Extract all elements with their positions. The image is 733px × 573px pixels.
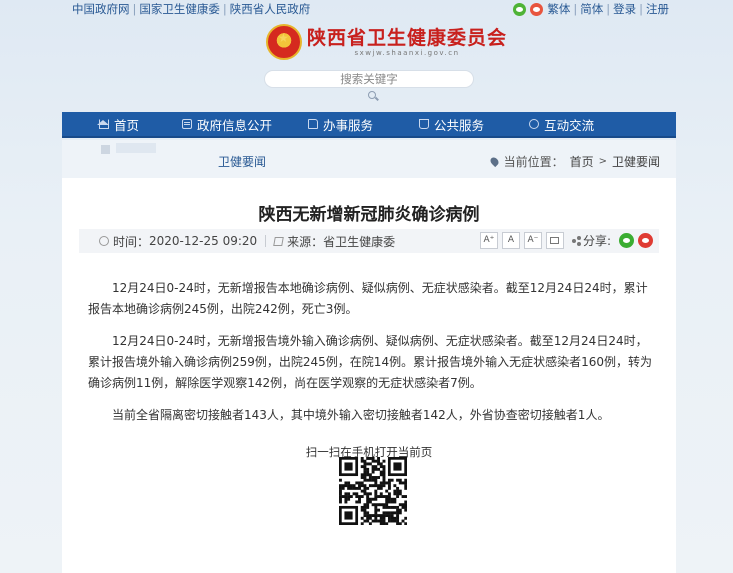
article-body: 12月24日0-24时，无新增报告本地确诊病例、疑似病例、无症状感染者。截至12… xyxy=(88,278,658,437)
content-panel: 卫健要闻 当前位置： 首页 > 卫健要闻 陕西无新增新冠肺炎确诊病例 时间： 2… xyxy=(62,140,676,573)
article-tools: A⁺ A A⁻ 分享: xyxy=(476,232,653,249)
home-icon xyxy=(97,119,109,129)
link-central-government[interactable]: 中国政府网 xyxy=(72,2,130,16)
folder-icon xyxy=(308,119,319,129)
nav-item-label: 公共服务 xyxy=(434,117,485,133)
article-paragraph: 当前全省隔离密切接触者143人，其中境外输入密切接触者142人，外省协查密切接触… xyxy=(112,408,610,422)
article-paragraph: 12月24日0-24时，无新增报告本地确诊病例、疑似病例、无症状感染者。截至12… xyxy=(88,281,648,316)
divider: | xyxy=(606,2,611,16)
document-icon xyxy=(182,119,193,129)
top-utility-bar: 中国政府网 | 国家卫生健康委 | 陕西省人民政府 繁体 | 简体 | 登录 | 注册 xyxy=(0,0,733,18)
search-input[interactable]: 搜索关键字 xyxy=(264,70,474,88)
qr-code xyxy=(339,457,407,525)
article-title: 陕西无新增新冠肺炎确诊病例 xyxy=(258,205,480,225)
share-icon xyxy=(571,236,581,245)
simplified-chinese-link[interactable]: 简体 xyxy=(580,1,603,17)
divider: | xyxy=(573,2,578,16)
clock-icon xyxy=(99,236,109,246)
user-links: 繁体 | 简体 | 登录 | 注册 xyxy=(513,1,669,17)
edit-icon xyxy=(273,236,284,246)
divider: | xyxy=(639,2,643,16)
nav-item-government-info[interactable]: 政府信息公开 xyxy=(182,112,272,136)
site-domain: sxwjw.shaanxi.gov.cn xyxy=(354,49,460,57)
cart-icon xyxy=(419,119,430,129)
printer-icon xyxy=(550,237,560,244)
font-default-button[interactable]: A xyxy=(501,232,520,249)
chat-icon xyxy=(529,119,540,129)
share-wechat-icon[interactable] xyxy=(619,233,634,248)
nav-item-services[interactable]: 办事服务 xyxy=(308,112,373,136)
register-link[interactable]: 注册 xyxy=(646,1,669,17)
nav-item-label: 办事服务 xyxy=(323,117,374,133)
qr-code-graphic xyxy=(339,457,407,525)
print-button[interactable] xyxy=(545,232,564,249)
nav-item-home[interactable]: 首页 xyxy=(97,112,140,136)
share-weibo-icon[interactable] xyxy=(638,233,653,248)
section-header: 卫健要闻 当前位置： 首页 > 卫健要闻 xyxy=(62,140,676,178)
nav-item-label: 政府信息公开 xyxy=(197,117,273,133)
section-tab[interactable]: 卫健要闻 xyxy=(218,153,266,170)
breadcrumb-home[interactable]: 首页 xyxy=(570,153,594,170)
wechat-icon[interactable] xyxy=(513,2,527,16)
time-label: 时间： xyxy=(113,234,150,249)
search-icon[interactable] xyxy=(368,91,376,99)
article-paragraph: 12月24日0-24时，无新增报告境外输入确诊病例、疑似病例、无症状感染者。截至… xyxy=(88,334,652,390)
login-link[interactable]: 登录 xyxy=(613,1,636,17)
link-national-health-commission[interactable]: 国家卫生健康委 xyxy=(139,2,220,16)
divider: | xyxy=(132,2,137,16)
national-emblem-icon xyxy=(266,24,302,60)
article-source: 省卫生健康委 xyxy=(323,234,396,249)
dropdown-residue-icon xyxy=(101,145,110,154)
nav-item-label: 首页 xyxy=(114,117,140,133)
site-logo[interactable]: 陕西省卫生健康委员会 sxwjw.shaanxi.gov.cn xyxy=(266,21,507,63)
nav-item-label: 互动交流 xyxy=(544,117,595,133)
breadcrumb-label: 当前位置： xyxy=(503,155,564,169)
traditional-chinese-link[interactable]: 繁体 xyxy=(547,1,570,17)
breadcrumb-current[interactable]: 卫健要闻 xyxy=(612,153,660,170)
font-decrease-button[interactable]: A⁻ xyxy=(523,232,542,249)
nav-item-interaction[interactable]: 互动交流 xyxy=(529,112,594,136)
government-links: 中国政府网 | 国家卫生健康委 | 陕西省人民政府 xyxy=(72,1,310,17)
logo-text: 陕西省卫生健康委员会 sxwjw.shaanxi.gov.cn xyxy=(307,27,507,57)
article-meta-bar: 时间： 2020-12-25 09:20 来源： 省卫生健康委 A⁺ A A⁻ … xyxy=(79,229,659,253)
source-label: 来源： xyxy=(287,234,324,249)
weibo-icon[interactable] xyxy=(530,2,544,16)
location-pin-icon xyxy=(488,155,500,168)
main-nav: 首页 政府信息公开 办事服务 公共服务 互动交流 xyxy=(62,112,676,138)
link-shaanxi-government[interactable]: 陕西省人民政府 xyxy=(230,2,311,16)
divider: | xyxy=(222,2,227,16)
publish-time: 2020-12-25 09:20 xyxy=(149,234,258,248)
divider xyxy=(265,235,267,247)
share-label: 分享: xyxy=(582,234,611,248)
font-increase-button[interactable]: A⁺ xyxy=(479,232,498,249)
site-title: 陕西省卫生健康委员会 xyxy=(307,27,508,49)
chevron-right-icon: > xyxy=(598,156,607,167)
nav-item-public-services[interactable]: 公共服务 xyxy=(419,112,484,136)
dropdown-residue xyxy=(116,143,156,153)
breadcrumb: 当前位置： 首页 > 卫健要闻 xyxy=(488,153,660,170)
